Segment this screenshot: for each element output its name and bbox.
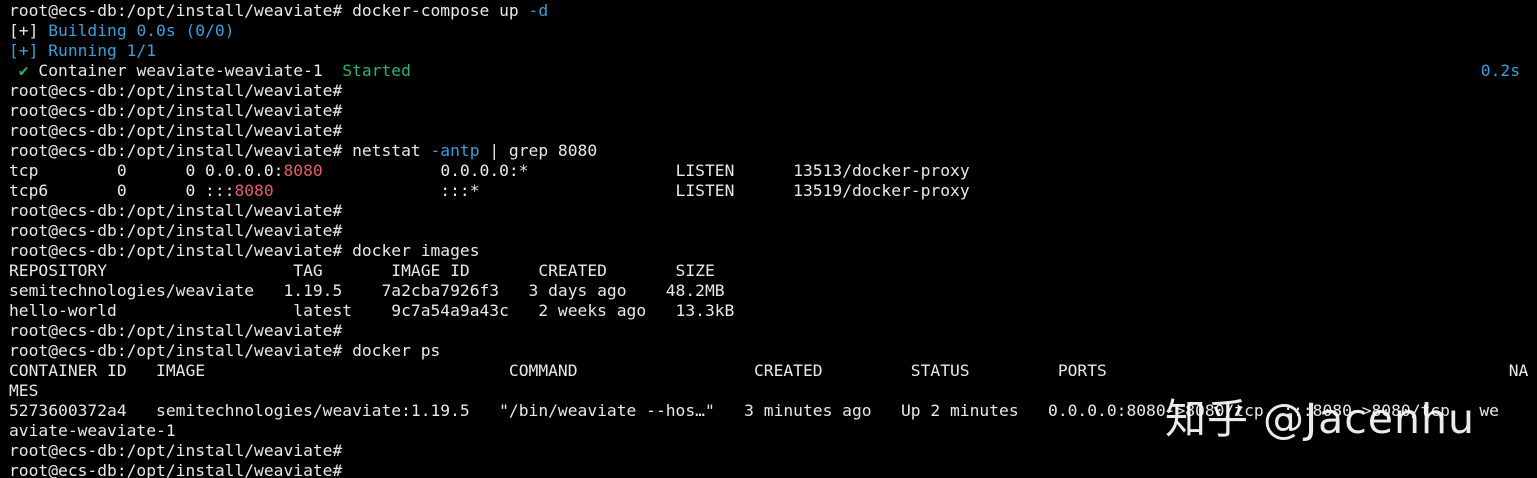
terminal-text: root@ecs-db:/opt/install/weaviate#	[9, 441, 343, 460]
terminal-text: 8080	[283, 161, 323, 180]
terminal-line: root@ecs-db:/opt/install/weaviate#	[9, 461, 342, 478]
terminal-line: tcp6 0 0 :::8080 :::* LISTEN 13519/docke…	[9, 181, 970, 201]
terminal-text: ✔	[9, 61, 39, 80]
terminal-text: Started	[342, 61, 411, 80]
terminal-line: [+] Running 1/1	[9, 41, 156, 61]
terminal-text: | grep 8080	[479, 141, 598, 160]
terminal-line: REPOSITORY TAG IMAGE ID CREATED SIZE	[9, 261, 715, 281]
terminal-text: 0.0.0.0:* LISTEN 13513/docker-proxy	[322, 161, 970, 180]
terminal-text: root@ecs-db:/opt/install/weaviate#	[9, 201, 343, 220]
terminal-text: root@ecs-db:/opt/install/weaviate#	[9, 101, 343, 120]
terminal-line: root@ecs-db:/opt/install/weaviate# docke…	[9, 1, 548, 21]
terminal-line: root@ecs-db:/opt/install/weaviate#	[9, 441, 342, 461]
terminal-text: root@ecs-db:/opt/install/weaviate#	[9, 461, 343, 478]
terminal-text: -antp	[430, 141, 480, 160]
terminal-text: REPOSITORY TAG IMAGE ID CREATED SIZE	[9, 261, 715, 280]
terminal-line: aviate-weaviate-1	[9, 421, 176, 441]
terminal-text: [+] Running 1/1	[9, 41, 157, 60]
terminal-line: CONTAINER ID IMAGE COMMAND CREATED STATU…	[9, 361, 1528, 381]
zhihu-watermark: 知乎 @Jacenhu	[1165, 395, 1475, 443]
terminal-line: root@ecs-db:/opt/install/weaviate# docke…	[9, 341, 440, 361]
terminal-text: CONTAINER ID IMAGE COMMAND CREATED STATU…	[9, 361, 1529, 380]
terminal-text: root@ecs-db:/opt/install/weaviate# netst…	[9, 141, 431, 160]
terminal-text: [+]	[9, 21, 49, 40]
terminal-text: 8080	[234, 181, 274, 200]
terminal-text: Building 0.0s (0/0)	[48, 21, 235, 40]
terminal-line: root@ecs-db:/opt/install/weaviate# docke…	[9, 241, 480, 261]
terminal-text: root@ecs-db:/opt/install/weaviate#	[9, 321, 343, 340]
terminal-text: Container weaviate-weaviate-1	[38, 61, 343, 80]
terminal-text: :::* LISTEN 13519/docker-proxy	[273, 181, 970, 200]
terminal-text: root@ecs-db:/opt/install/weaviate# docke…	[9, 1, 529, 20]
terminal-line: root@ecs-db:/opt/install/weaviate#	[9, 81, 342, 101]
terminal-text: aviate-weaviate-1	[9, 421, 176, 440]
terminal-line: root@ecs-db:/opt/install/weaviate#	[9, 221, 342, 241]
terminal-text: root@ecs-db:/opt/install/weaviate#	[9, 121, 343, 140]
terminal-text: hello-world latest 9c7a54a9a43c 2 weeks …	[9, 301, 735, 320]
terminal-line: hello-world latest 9c7a54a9a43c 2 weeks …	[9, 301, 734, 321]
terminal-text: tcp 0 0 0.0.0.0:	[9, 161, 284, 180]
terminal-text: semitechnologies/weaviate 1.19.5 7a2cba7…	[9, 281, 725, 300]
terminal-line: [+] Building 0.0s (0/0)	[9, 21, 234, 41]
terminal-text: tcp6 0 0 :::	[9, 181, 235, 200]
terminal-line: root@ecs-db:/opt/install/weaviate# netst…	[9, 141, 597, 161]
terminal-line: tcp 0 0 0.0.0.0:8080 0.0.0.0:* LISTEN 13…	[9, 161, 970, 181]
elapsed-time: 0.2s	[1480, 61, 1520, 80]
terminal-text: root@ecs-db:/opt/install/weaviate#	[9, 81, 343, 100]
terminal-line: root@ecs-db:/opt/install/weaviate#	[9, 121, 342, 141]
terminal-line: root@ecs-db:/opt/install/weaviate#	[9, 321, 342, 341]
terminal-line: MES	[9, 381, 38, 401]
terminal-line: root@ecs-db:/opt/install/weaviate#	[9, 201, 342, 221]
terminal-text: MES	[9, 381, 39, 400]
terminal-line: semitechnologies/weaviate 1.19.5 7a2cba7…	[9, 281, 725, 301]
terminal-text: -d	[528, 1, 549, 20]
terminal-line: root@ecs-db:/opt/install/weaviate#	[9, 101, 342, 121]
terminal-line: ✔ Container weaviate-weaviate-1 Started	[9, 61, 411, 81]
terminal-text: root@ecs-db:/opt/install/weaviate# docke…	[9, 341, 441, 360]
terminal-text: root@ecs-db:/opt/install/weaviate#	[9, 221, 343, 240]
terminal-text: root@ecs-db:/opt/install/weaviate# docke…	[9, 241, 480, 260]
